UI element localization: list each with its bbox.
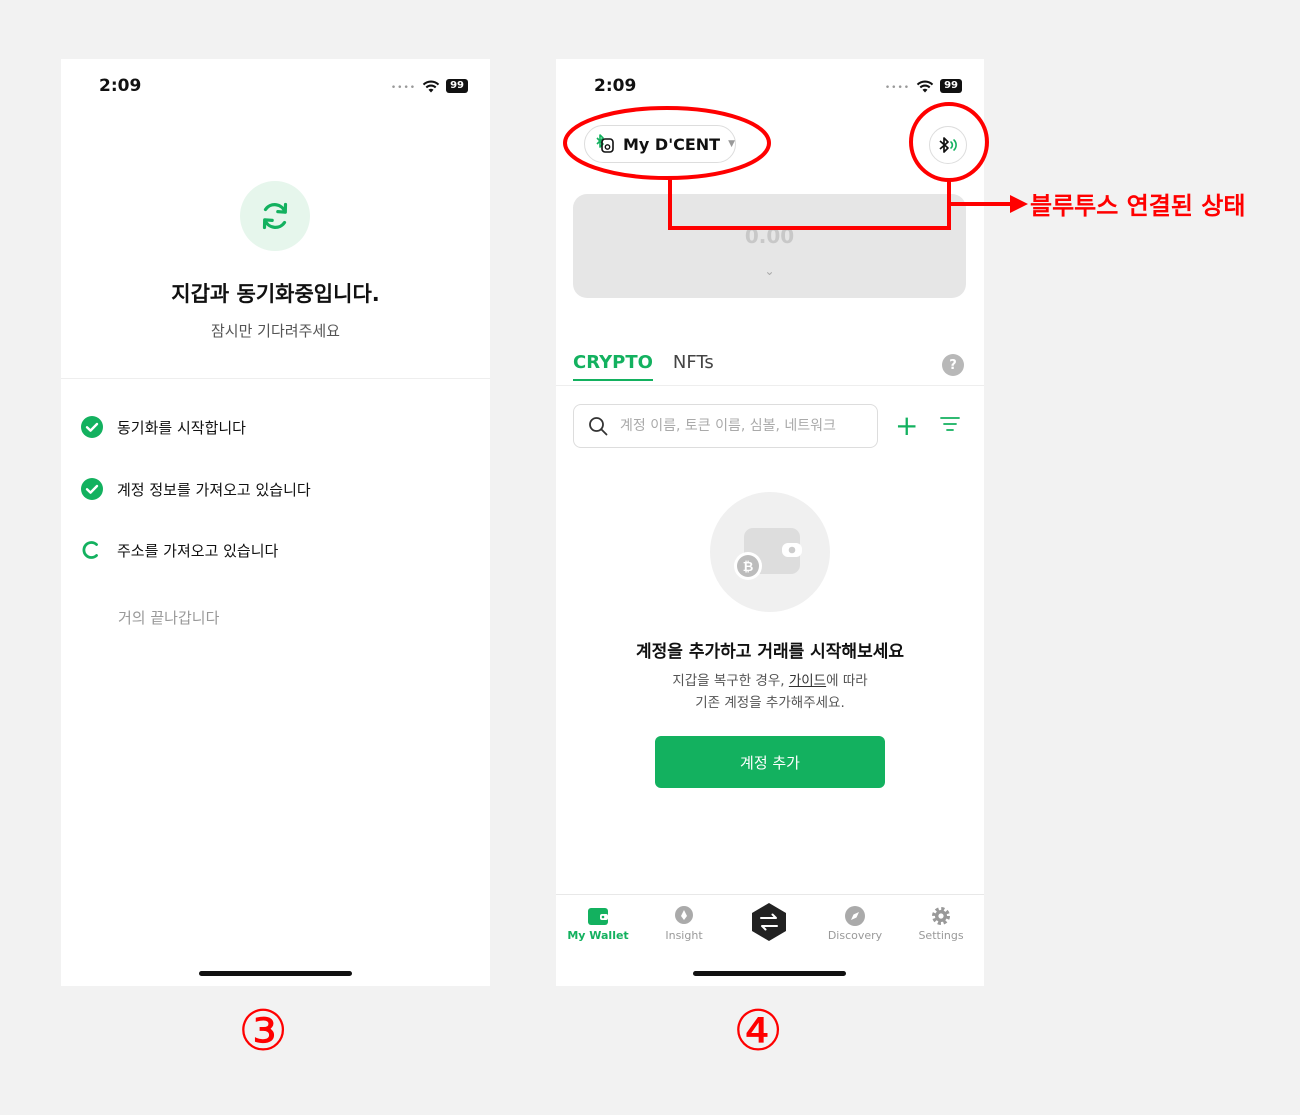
chevron-down-icon: ⌄ <box>764 264 775 278</box>
balance-card[interactable]: 0.00 ⌄ <box>573 194 966 298</box>
check-circle-icon <box>81 416 103 438</box>
step-label: 동기화를 시작합니다 <box>117 418 246 437</box>
search-input[interactable] <box>618 417 862 435</box>
desc-text: 에 따라 <box>826 673 868 689</box>
step-label: 주소를 가져오고 있습니다 <box>117 541 279 560</box>
wallet-nav-icon <box>588 908 608 925</box>
asset-tabs: CRYPTO NFTs <box>573 352 714 381</box>
step-number-4: ④ <box>733 999 784 1064</box>
signal-icon: •••• <box>390 83 417 93</box>
bluetooth-device-icon <box>596 134 614 153</box>
device-name: My D'CENT <box>623 134 721 154</box>
search-box[interactable] <box>573 404 878 448</box>
status-time: 2:09 <box>99 76 142 96</box>
nav-insight[interactable]: Insight <box>649 905 719 942</box>
sync-screen: 2:09 •••• 99 지갑과 동기화중입니다. 잠시만 기다려주세요 동기화… <box>61 59 490 986</box>
check-circle-icon <box>81 478 103 500</box>
home-indicator[interactable] <box>693 971 846 976</box>
home-indicator[interactable] <box>199 971 352 976</box>
tab-bar-divider <box>556 894 984 895</box>
nav-label: My Wallet <box>567 929 629 942</box>
help-icon[interactable]: ? <box>942 354 964 376</box>
swap-button[interactable] <box>749 902 789 942</box>
signal-icon: •••• <box>884 83 911 93</box>
svg-text:₿: ₿ <box>743 560 754 575</box>
nav-settings[interactable]: Settings <box>906 905 976 942</box>
wallet-screen: 2:09 •••• 99 My D'CENT ▼ 0.00 ⌄ CRYPTO N… <box>556 59 984 986</box>
sync-icon <box>240 181 310 251</box>
device-selector[interactable]: My D'CENT ▼ <box>584 125 736 163</box>
nav-label: Settings <box>918 929 964 942</box>
nav-my-wallet[interactable]: My Wallet <box>563 905 633 942</box>
wifi-icon <box>422 80 440 92</box>
empty-state-title: 계정을 추가하고 거래를 시작해보세요 <box>636 642 904 662</box>
add-account-plus-button[interactable]: + <box>895 412 918 440</box>
arrowhead-icon <box>1010 195 1028 213</box>
wallet-icon: ₿ <box>734 528 802 580</box>
bluetooth-status-button[interactable] <box>929 126 967 164</box>
step-number-3: ③ <box>238 999 289 1064</box>
sync-step-account-info: 계정 정보를 가져오고 있습니다 <box>81 478 311 500</box>
battery-indicator: 99 <box>446 79 468 93</box>
annotation-bluetooth-label: 블루투스 연결된 상태 <box>1030 192 1246 220</box>
loading-spinner-icon <box>81 539 103 561</box>
gear-icon <box>932 907 950 925</box>
wifi-icon <box>916 80 934 92</box>
empty-wallet-illustration: ₿ <box>710 492 830 612</box>
filter-icon[interactable] <box>940 416 960 432</box>
divider <box>556 385 984 386</box>
compass-icon <box>845 906 865 926</box>
bluetooth-connected-icon <box>939 137 957 153</box>
chevron-down-icon: ▼ <box>728 139 735 149</box>
page-title: 지갑과 동기화중입니다. <box>171 282 380 306</box>
balance-value: 0.00 <box>744 224 795 248</box>
sync-step-finishing: 거의 끝나갑니다 <box>118 609 220 627</box>
status-time: 2:09 <box>594 76 637 96</box>
status-icons: •••• 99 <box>885 79 962 93</box>
tab-nfts[interactable]: NFTs <box>673 352 714 381</box>
battery-indicator: 99 <box>940 79 962 93</box>
search-icon <box>589 417 608 436</box>
divider <box>61 378 490 379</box>
nav-discovery[interactable]: Discovery <box>820 905 890 942</box>
desc-text: 지갑을 복구한 경우, <box>672 673 789 689</box>
sync-step-address: 주소를 가져오고 있습니다 <box>81 539 278 561</box>
status-icons: •••• 99 <box>391 79 468 93</box>
guide-link[interactable]: 가이드 <box>789 673 826 689</box>
step-label: 계정 정보를 가져오고 있습니다 <box>117 480 311 499</box>
add-account-button[interactable]: 계정 추가 <box>655 736 885 788</box>
desc-text: 기존 계정을 추가해주세요. <box>695 695 845 711</box>
tab-crypto[interactable]: CRYPTO <box>573 352 653 381</box>
sync-step-start: 동기화를 시작합니다 <box>81 416 246 438</box>
lightbulb-icon <box>675 906 693 924</box>
nav-label: Insight <box>665 929 703 942</box>
nav-label: Discovery <box>827 929 883 942</box>
page-subtitle: 잠시만 기다려주세요 <box>211 322 340 340</box>
empty-state-description: 지갑을 복구한 경우, 가이드에 따라 기존 계정을 추가해주세요. <box>556 670 984 714</box>
